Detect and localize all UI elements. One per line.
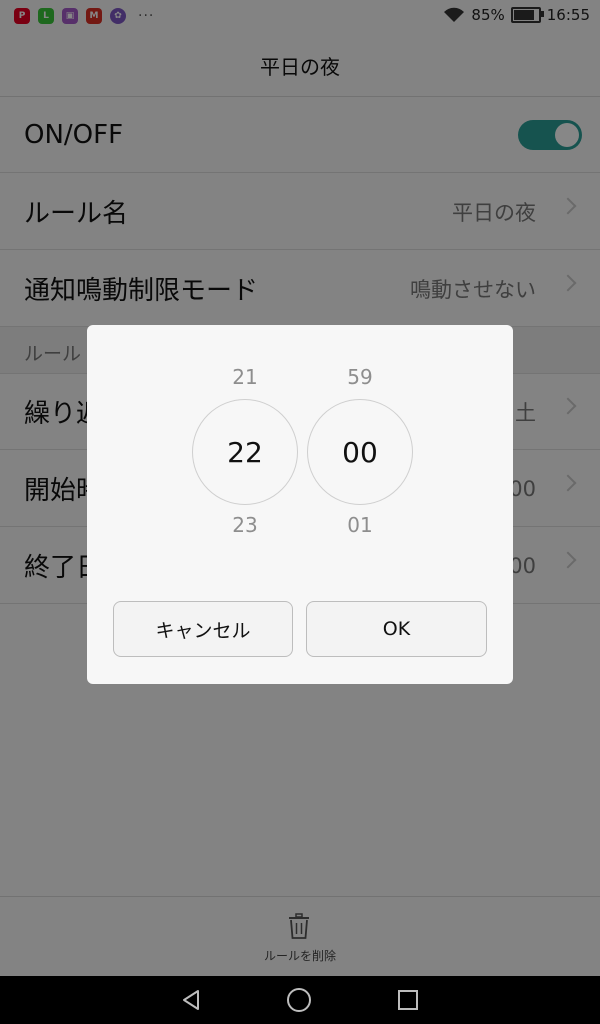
hour-next[interactable]: 23 — [192, 513, 298, 537]
recent-apps-icon[interactable] — [398, 990, 418, 1010]
hour-current[interactable]: 22 — [192, 399, 298, 505]
minute-prev[interactable]: 59 — [307, 365, 413, 389]
navigation-bar — [0, 976, 600, 1024]
hour-picker[interactable]: 21 22 23 — [192, 325, 298, 565]
cancel-button[interactable]: キャンセル — [113, 601, 293, 657]
minute-current[interactable]: 00 — [307, 399, 413, 505]
minute-next[interactable]: 01 — [307, 513, 413, 537]
screen: P L ▣ M ✿ ··· 85% 16:55 平日の夜 ON/OFF ルール名… — [0, 0, 600, 977]
minute-picker[interactable]: 59 00 01 — [307, 325, 413, 565]
hour-prev[interactable]: 21 — [192, 365, 298, 389]
back-icon[interactable] — [180, 989, 202, 1011]
ok-button[interactable]: OK — [306, 601, 487, 657]
home-icon[interactable] — [287, 988, 311, 1012]
time-picker-dialog: 21 22 23 59 00 01 キャンセル OK — [87, 325, 513, 684]
